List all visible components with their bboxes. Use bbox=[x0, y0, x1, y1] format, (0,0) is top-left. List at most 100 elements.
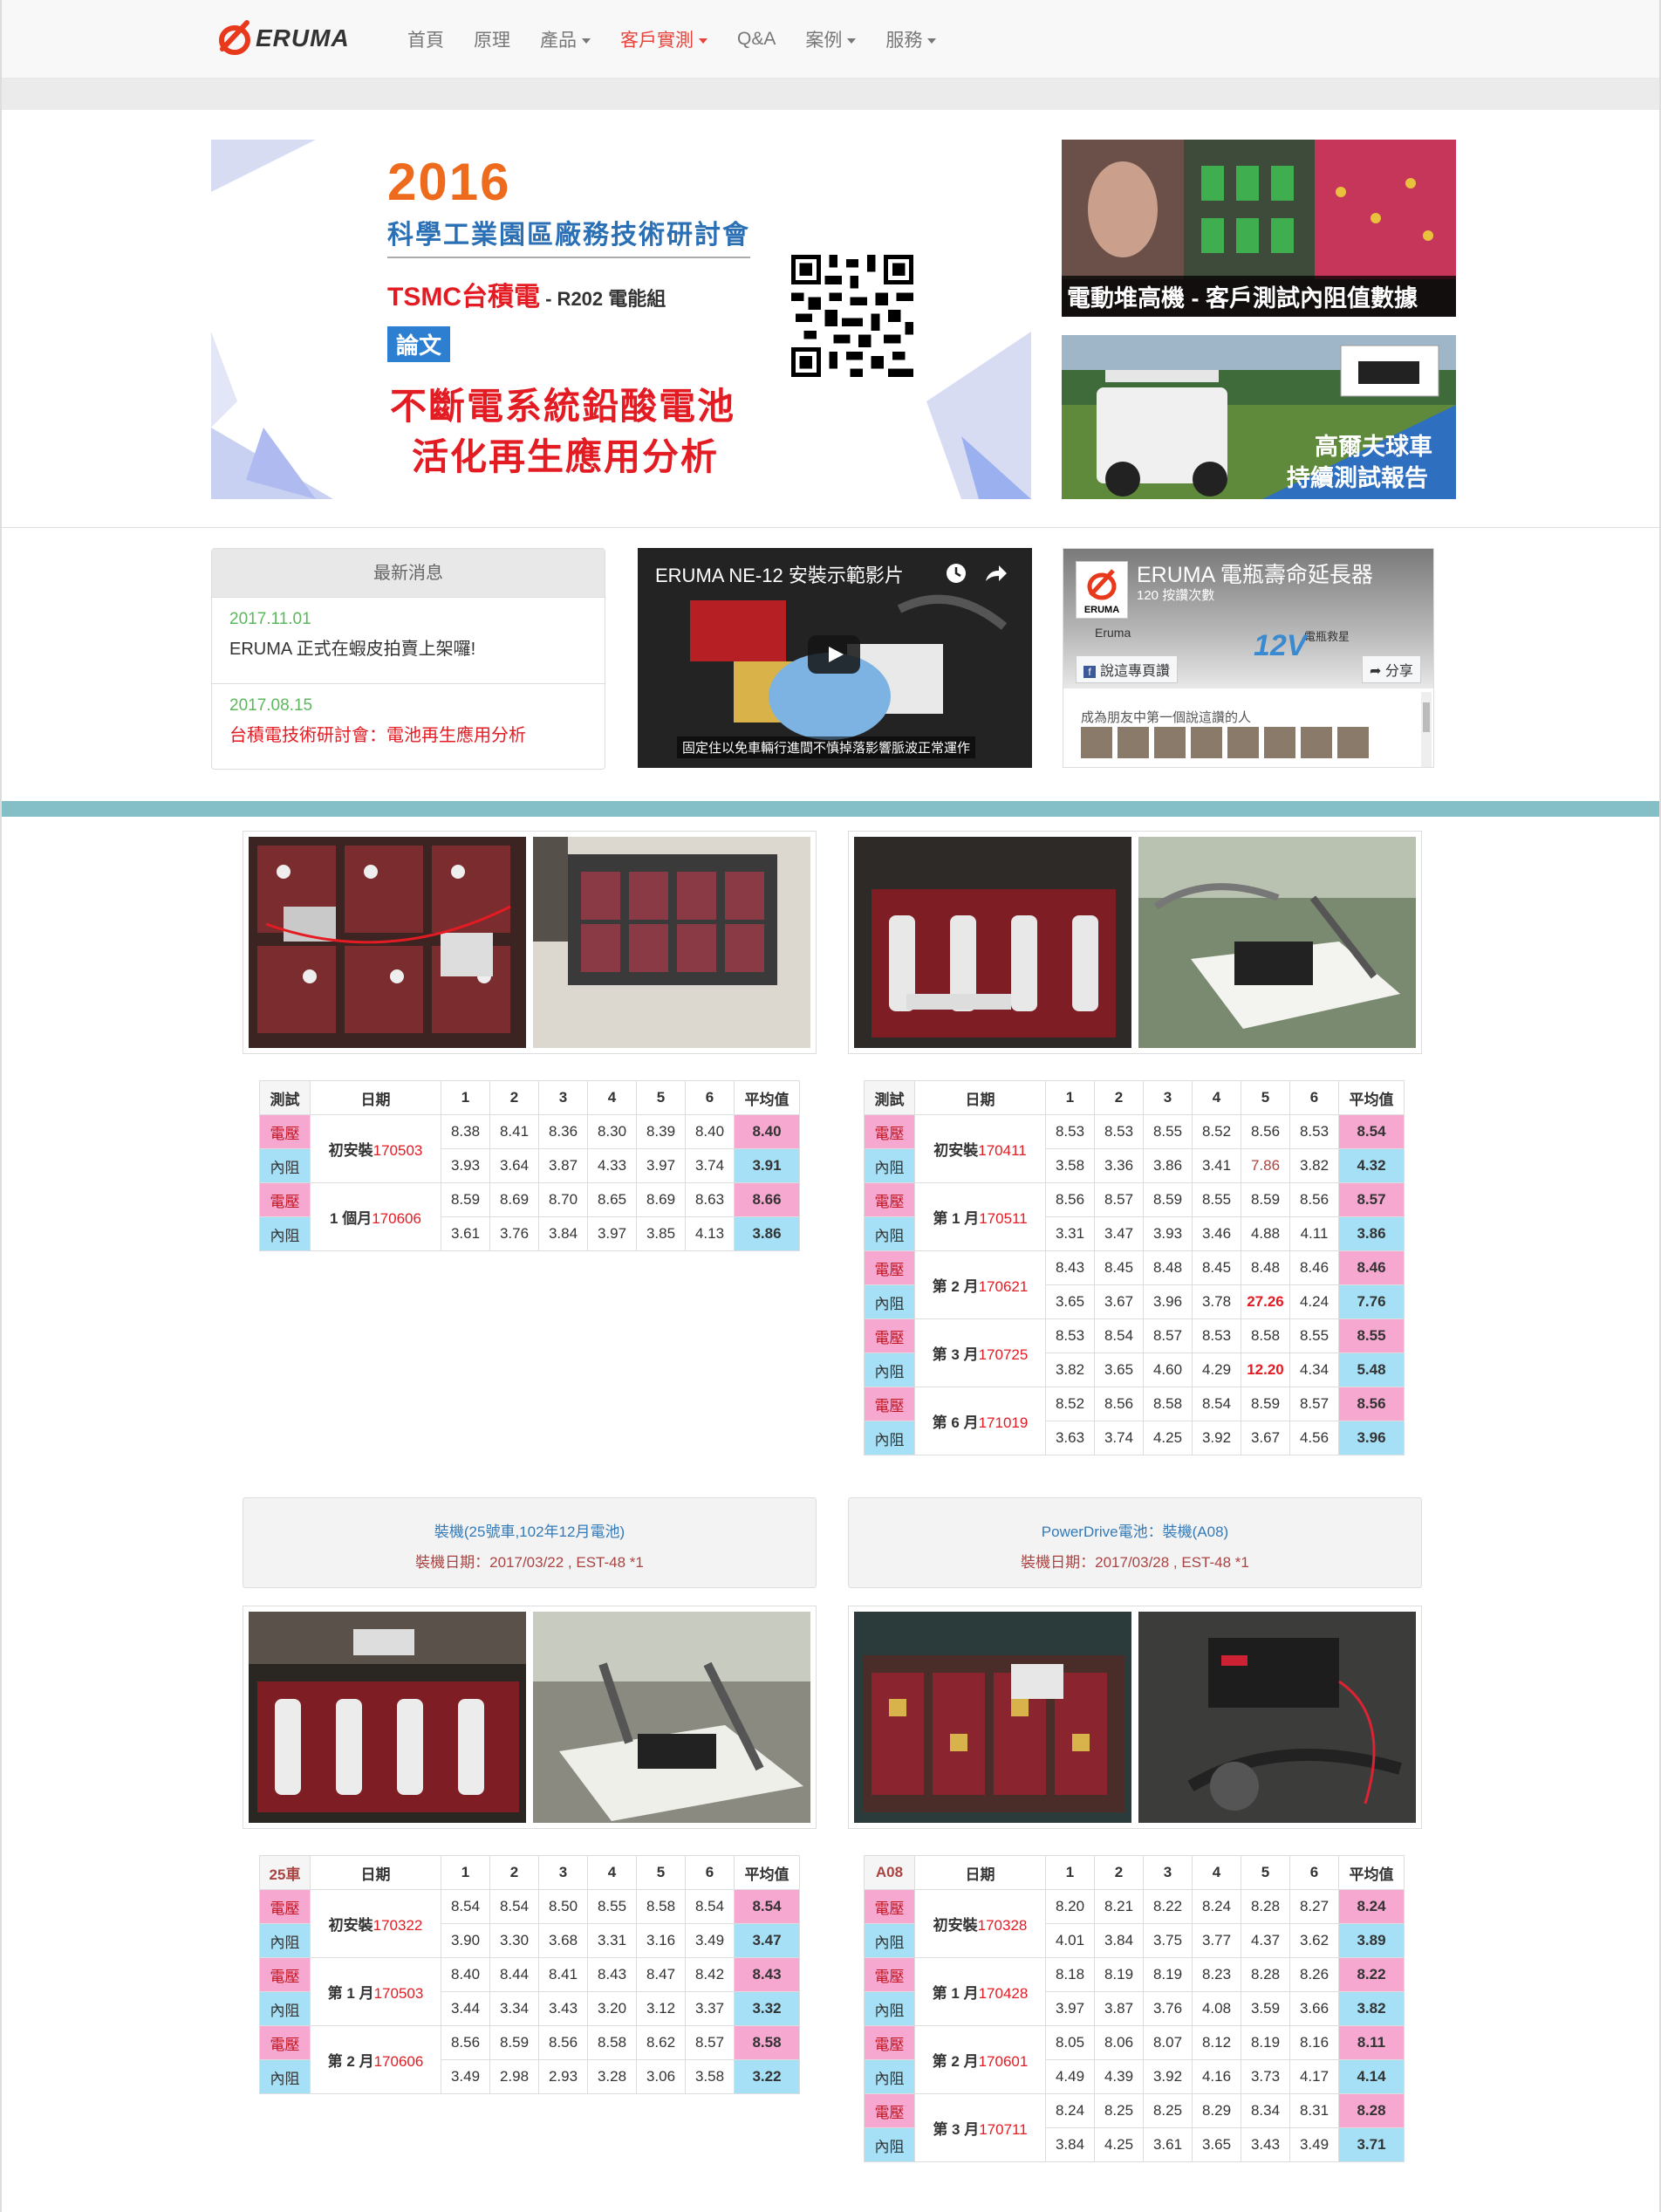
friend-avatar[interactable] bbox=[1118, 727, 1149, 758]
friend-avatar[interactable] bbox=[1191, 727, 1222, 758]
facebook-share-button[interactable]: ➦ 分享 bbox=[1362, 655, 1421, 683]
news-item[interactable]: 2017.11.01 ERUMA 正式在蝦皮拍賣上架囉! bbox=[212, 598, 605, 684]
resistance-label: 內阻 bbox=[259, 1216, 311, 1251]
test-date-code: 170411 bbox=[978, 1142, 1027, 1159]
widget-scrollbar[interactable] bbox=[1421, 692, 1432, 767]
voltage-value: 8.25 bbox=[1094, 2093, 1144, 2128]
friend-avatar[interactable] bbox=[1154, 727, 1186, 758]
voltage-value: 8.54 bbox=[685, 1889, 735, 1924]
battery-photo[interactable] bbox=[854, 1612, 1131, 1823]
resistance-value: 3.78 bbox=[1192, 1284, 1241, 1319]
video-subtitle: 固定住以免車輛行進間不慎掉落影響脈波正常運作 bbox=[677, 736, 976, 758]
test-date: 第 2 月170601 bbox=[914, 2025, 1046, 2094]
golf-cart-seat-photo[interactable] bbox=[1138, 837, 1416, 1048]
forklift-test-image[interactable]: 電動堆高機 - 客戶測試內阻值數據 bbox=[1062, 140, 1456, 317]
table-row: 電壓第 6 月171019 8.52 8.56 8.58 8.54 8.59 8.57 8.5… bbox=[864, 1387, 1405, 1455]
voltage-value: 8.59 bbox=[441, 1182, 490, 1217]
video-embed[interactable]: ERUMA NE-12 安裝示範影片 固定住以免車輛行進間不慎掉落影響脈波正常運… bbox=[638, 548, 1032, 768]
table-row: 電壓第 2 月170601 8.05 8.06 8.07 8.12 8.19 8.16 8.1… bbox=[864, 2025, 1405, 2094]
news-link[interactable]: ERUMA 正式在蝦皮拍賣上架囉! bbox=[229, 634, 587, 660]
battery-photo[interactable] bbox=[854, 837, 1131, 1048]
column-header: 平均值 bbox=[734, 1855, 800, 1890]
news-item[interactable]: 2017.08.15 台積電技術研討會：電池再生應用分析 bbox=[212, 684, 605, 770]
voltage-average: 8.24 bbox=[1338, 1889, 1405, 1924]
friend-avatar[interactable] bbox=[1264, 727, 1295, 758]
nav-item[interactable]: Q&A bbox=[722, 29, 790, 50]
battery-photo[interactable] bbox=[249, 837, 526, 1048]
resistance-value: 4.88 bbox=[1241, 1216, 1290, 1251]
resistance-value: 4.13 bbox=[685, 1216, 735, 1251]
voltage-value: 8.21 bbox=[1094, 1889, 1144, 1924]
facebook-page-widget[interactable]: ERUMA ERUMA 電瓶壽命延長器 120 按讚次數 Eruma 電瓶救星 … bbox=[1063, 548, 1434, 768]
play-button[interactable] bbox=[808, 635, 860, 674]
hero-banner[interactable]: 2016 科學工業園區廠務技術研討會 TSMC台積電 - R202 電能組 論文… bbox=[211, 140, 1031, 499]
voltage-value: 8.56 bbox=[441, 2025, 490, 2060]
banner-title-line1: 不斷電系統鉛酸電池 bbox=[390, 386, 736, 427]
voltage-value: 8.54 bbox=[489, 1889, 539, 1924]
voltage-value: 8.24 bbox=[1192, 1889, 1241, 1924]
voltage-value: 8.36 bbox=[538, 1114, 588, 1149]
install-date: 裝機日期：2017/03/22 , EST-48 *1 bbox=[415, 1554, 644, 1571]
voltage-value: 8.40 bbox=[441, 1957, 490, 1992]
table-row: 電壓 初安裝170328 8.20 8.21 8.22 8.24 8.28 8.27 8.24 bbox=[864, 1889, 1405, 1958]
golf-cart-report-image[interactable]: 高爾夫球車 持續測試報告 bbox=[1062, 335, 1456, 499]
share-icon[interactable] bbox=[983, 564, 1008, 583]
friend-avatar[interactable] bbox=[1081, 727, 1112, 758]
battery-tray-photo[interactable] bbox=[533, 837, 810, 1048]
friend-avatar[interactable] bbox=[1337, 727, 1369, 758]
test-date: 初安裝170322 bbox=[310, 1889, 441, 1958]
golf-cart-seat-photo[interactable] bbox=[533, 1612, 810, 1823]
resistance-value: 3.87 bbox=[1094, 1991, 1144, 2026]
battery-photo[interactable] bbox=[249, 1612, 526, 1823]
brand-logo[interactable]: ERUMA bbox=[215, 16, 350, 61]
nav-item[interactable]: 服務 bbox=[871, 26, 951, 52]
nav-item[interactable]: 產品 bbox=[525, 26, 605, 52]
resistance-value: 3.37 bbox=[685, 1991, 735, 2026]
facebook-page-avatar[interactable]: ERUMA bbox=[1076, 561, 1128, 619]
install-title: 裝機(25號車,102年12月電池) bbox=[434, 1524, 625, 1540]
resistance-value: 3.74 bbox=[1094, 1421, 1144, 1455]
nav-item[interactable]: 客戶實測 bbox=[605, 26, 722, 52]
friend-avatar[interactable] bbox=[1301, 727, 1332, 758]
resistance-label: 內阻 bbox=[864, 1991, 915, 2026]
voltage-value: 8.19 bbox=[1241, 2025, 1290, 2060]
voltage-value: 8.50 bbox=[538, 1889, 588, 1924]
resistance-label: 內阻 bbox=[864, 1216, 915, 1251]
voltage-value: 8.63 bbox=[685, 1182, 735, 1217]
news-link[interactable]: 台積電技術研討會：電池再生應用分析 bbox=[229, 721, 587, 746]
friend-avatar[interactable] bbox=[1227, 727, 1259, 758]
banner-conference: 科學工業園區廠務技術研討會 bbox=[387, 213, 750, 258]
facebook-page-title[interactable]: ERUMA 電瓶壽命延長器 bbox=[1137, 558, 1373, 589]
resistance-value: 3.58 bbox=[685, 2059, 735, 2094]
column-header: 6 bbox=[685, 1855, 735, 1890]
video-title: ERUMA NE-12 安裝示範影片 bbox=[655, 565, 904, 586]
resistance-label: 內阻 bbox=[259, 1148, 311, 1183]
controller-install-photo[interactable] bbox=[1138, 1612, 1416, 1823]
test-date: 第 2 月170606 bbox=[310, 2025, 441, 2094]
voltage-value: 8.65 bbox=[587, 1182, 637, 1217]
resistance-value: 3.75 bbox=[1143, 1923, 1193, 1958]
resistance-value: 3.49 bbox=[685, 1923, 735, 1958]
voltage-average: 8.43 bbox=[734, 1957, 800, 1992]
column-header: 5 bbox=[1241, 1080, 1290, 1115]
resistance-value: 4.11 bbox=[1289, 1216, 1339, 1251]
clock-icon[interactable] bbox=[945, 562, 967, 585]
resistance-average: 3.86 bbox=[734, 1216, 800, 1251]
voltage-label: 電壓 bbox=[259, 1889, 311, 1924]
nav-item[interactable]: 案例 bbox=[790, 26, 871, 52]
test-date-prefix: 第 3 月 bbox=[932, 1346, 979, 1363]
voltage-value: 8.28 bbox=[1241, 1957, 1290, 1992]
voltage-value: 8.27 bbox=[1289, 1889, 1339, 1924]
column-header: A08 bbox=[864, 1855, 915, 1890]
resistance-value: 3.43 bbox=[538, 1991, 588, 2026]
voltage-value: 8.39 bbox=[636, 1114, 686, 1149]
voltage-value: 8.16 bbox=[1289, 2025, 1339, 2060]
nav-item[interactable]: 原理 bbox=[459, 26, 525, 52]
install-info-box: 裝機(25號車,102年12月電池) 裝機日期：2017/03/22 , EST… bbox=[243, 1497, 817, 1588]
nav-item[interactable]: 首頁 bbox=[393, 26, 459, 52]
facebook-cta[interactable]: 電瓶救星 bbox=[1304, 627, 1350, 644]
voltage-label: 電壓 bbox=[259, 1182, 311, 1217]
resistance-value: 3.20 bbox=[587, 1991, 637, 2026]
voltage-value: 8.45 bbox=[1094, 1250, 1144, 1285]
facebook-like-button[interactable]: f 說這專頁讚 bbox=[1076, 655, 1179, 683]
